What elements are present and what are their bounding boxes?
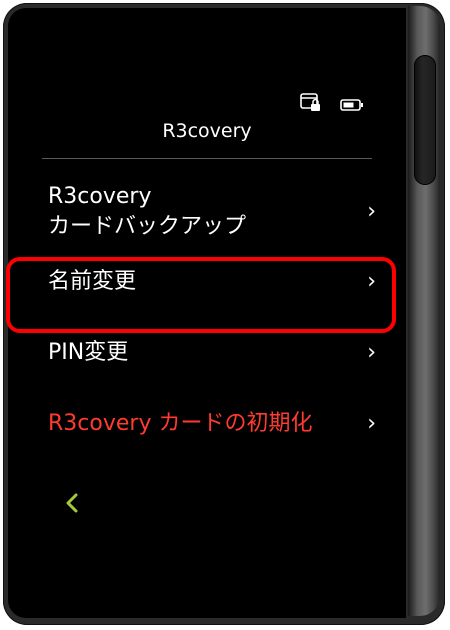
- chevron-left-icon: [66, 493, 78, 513]
- page-title: R3covery: [162, 120, 252, 142]
- menu-item-change-pin[interactable]: PIN変更 ›: [48, 338, 378, 368]
- menu-item-label-line2: カードバックアップ: [48, 214, 247, 239]
- card-lock-icon: [300, 93, 322, 117]
- status-bar: [300, 93, 364, 117]
- menu-item-label: PIN変更: [48, 340, 129, 365]
- battery-icon: [340, 96, 364, 115]
- menu-item-label-line1: R3covery: [48, 184, 152, 209]
- chevron-right-icon: ›: [367, 411, 376, 436]
- chevron-right-icon: ›: [367, 199, 376, 224]
- side-button[interactable]: [414, 55, 436, 185]
- menu-item-card-backup[interactable]: R3covery カードバックアップ ›: [48, 182, 378, 242]
- menu-item-reset-card[interactable]: R3covery カードの初期化 ›: [48, 409, 378, 439]
- back-button[interactable]: [61, 491, 85, 515]
- header-divider: [42, 158, 372, 159]
- chevron-right-icon: ›: [367, 340, 376, 365]
- highlight-box: [6, 257, 396, 333]
- menu-item-label: R3covery カードの初期化: [48, 411, 313, 436]
